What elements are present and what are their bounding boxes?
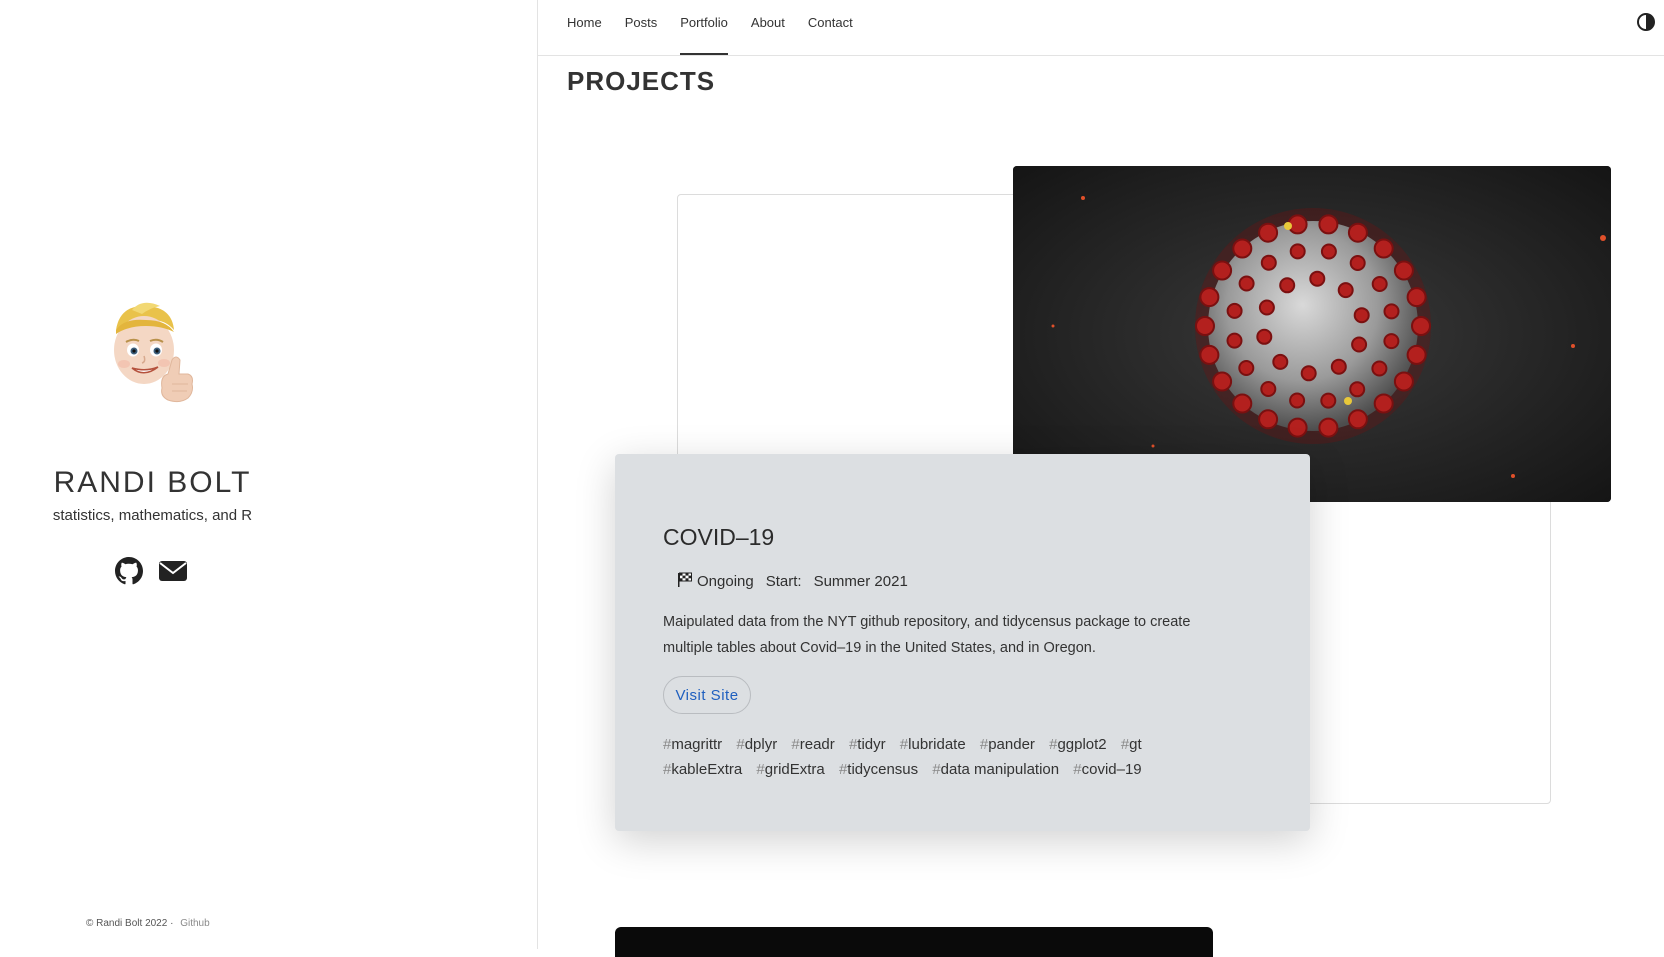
hash-symbol: #: [932, 761, 941, 778]
tag-link[interactable]: #pander: [980, 736, 1035, 753]
checkered-flag-icon: [677, 572, 693, 591]
tag-label: ggplot2: [1057, 736, 1107, 753]
tag-label: data manipulation: [940, 761, 1060, 778]
tag-link[interactable]: #readr: [791, 736, 834, 753]
project-status: Ongoing: [697, 573, 754, 590]
tag-link[interactable]: #gridExtra: [756, 761, 824, 778]
tag-label: lubridate: [908, 736, 966, 753]
project-image[interactable]: [1013, 166, 1611, 502]
social-links: [114, 556, 188, 586]
tag-link[interactable]: #tidycensus: [839, 761, 918, 778]
tag-label: dplyr: [744, 736, 778, 753]
nav-item-portfolio[interactable]: Portfolio: [680, 0, 728, 55]
tag-link[interactable]: #lubridate: [900, 736, 966, 753]
site-tagline: statistics, mathematics, and R: [52, 507, 253, 524]
hash-symbol: #: [1120, 736, 1130, 753]
copyright-text: © Randi Bolt 2022 ·: [86, 918, 174, 929]
site-owner-name: RANDI BOLT: [53, 466, 252, 500]
project-title: COVID–19: [663, 524, 775, 550]
nav-item-home[interactable]: Home: [567, 0, 602, 55]
tag-label: covid–19: [1081, 761, 1142, 778]
tag-link[interactable]: #ggplot2: [1049, 736, 1107, 753]
github-icon[interactable]: [114, 556, 144, 586]
next-project-image[interactable]: [615, 927, 1213, 957]
tag-label: tidycensus: [847, 761, 919, 778]
avatar: [102, 300, 202, 412]
nav-item-about[interactable]: About: [751, 0, 785, 55]
contrast-toggle-icon[interactable]: [1636, 12, 1656, 32]
tag-link[interactable]: #covid–19: [1073, 761, 1141, 778]
project-meta: Ongoing Start: Summer 2021: [677, 572, 908, 591]
tag-label: gridExtra: [764, 761, 825, 778]
footer-github-link[interactable]: Github: [180, 918, 209, 929]
nav-item-posts[interactable]: Posts: [625, 0, 658, 55]
tag-link[interactable]: #tidyr: [849, 736, 886, 753]
hash-symbol: #: [736, 736, 745, 753]
coronavirus-illustration: [1013, 166, 1611, 502]
hash-symbol: #: [756, 761, 765, 778]
sidebar: RANDI BOLT statistics, mathematics, and …: [0, 0, 538, 949]
email-icon[interactable]: [158, 556, 188, 586]
memoji-thumbs-up-icon: [114, 302, 193, 403]
tag-label: pander: [988, 736, 1035, 753]
tag-link[interactable]: #gt: [1121, 736, 1142, 753]
nav-menu: Home Posts Portfolio About Contact: [567, 0, 876, 55]
start-label: Start:: [765, 573, 802, 590]
tag-label: kableExtra: [671, 761, 743, 778]
project-card: COVID–19 Ongoing Start: Summer 2021 Maip…: [615, 454, 1310, 831]
tag-link[interactable]: #kableExtra: [663, 761, 742, 778]
hash-symbol: #: [979, 736, 989, 753]
visit-site-button[interactable]: Visit Site: [663, 676, 751, 714]
project-description: Maipulated data from the NYT github repo…: [663, 614, 1191, 656]
envelope-glyph: [159, 561, 187, 581]
start-value: Summer 2021: [813, 573, 908, 590]
hash-symbol: #: [1073, 761, 1082, 778]
project-tags: #magrittr #dplyr #readr #tidyr #lubridat…: [663, 732, 1183, 782]
tag-label: tidyr: [857, 736, 886, 753]
github-logo-glyph: [115, 557, 143, 585]
tag-link[interactable]: #magrittr: [663, 736, 722, 753]
tag-label: magrittr: [671, 736, 723, 753]
sidebar-footer: © Randi Bolt 2022 · Github: [86, 918, 210, 929]
hash-symbol: #: [791, 736, 800, 753]
tag-label: gt: [1129, 736, 1142, 753]
hash-symbol: #: [899, 736, 909, 753]
top-nav: Home Posts Portfolio About Contact: [538, 0, 1664, 56]
tag-label: readr: [799, 736, 835, 753]
nav-item-contact[interactable]: Contact: [808, 0, 853, 55]
tag-link[interactable]: #data manipulation: [932, 761, 1059, 778]
tag-link[interactable]: #dplyr: [736, 736, 777, 753]
page-title: PROJECTS: [567, 66, 716, 96]
